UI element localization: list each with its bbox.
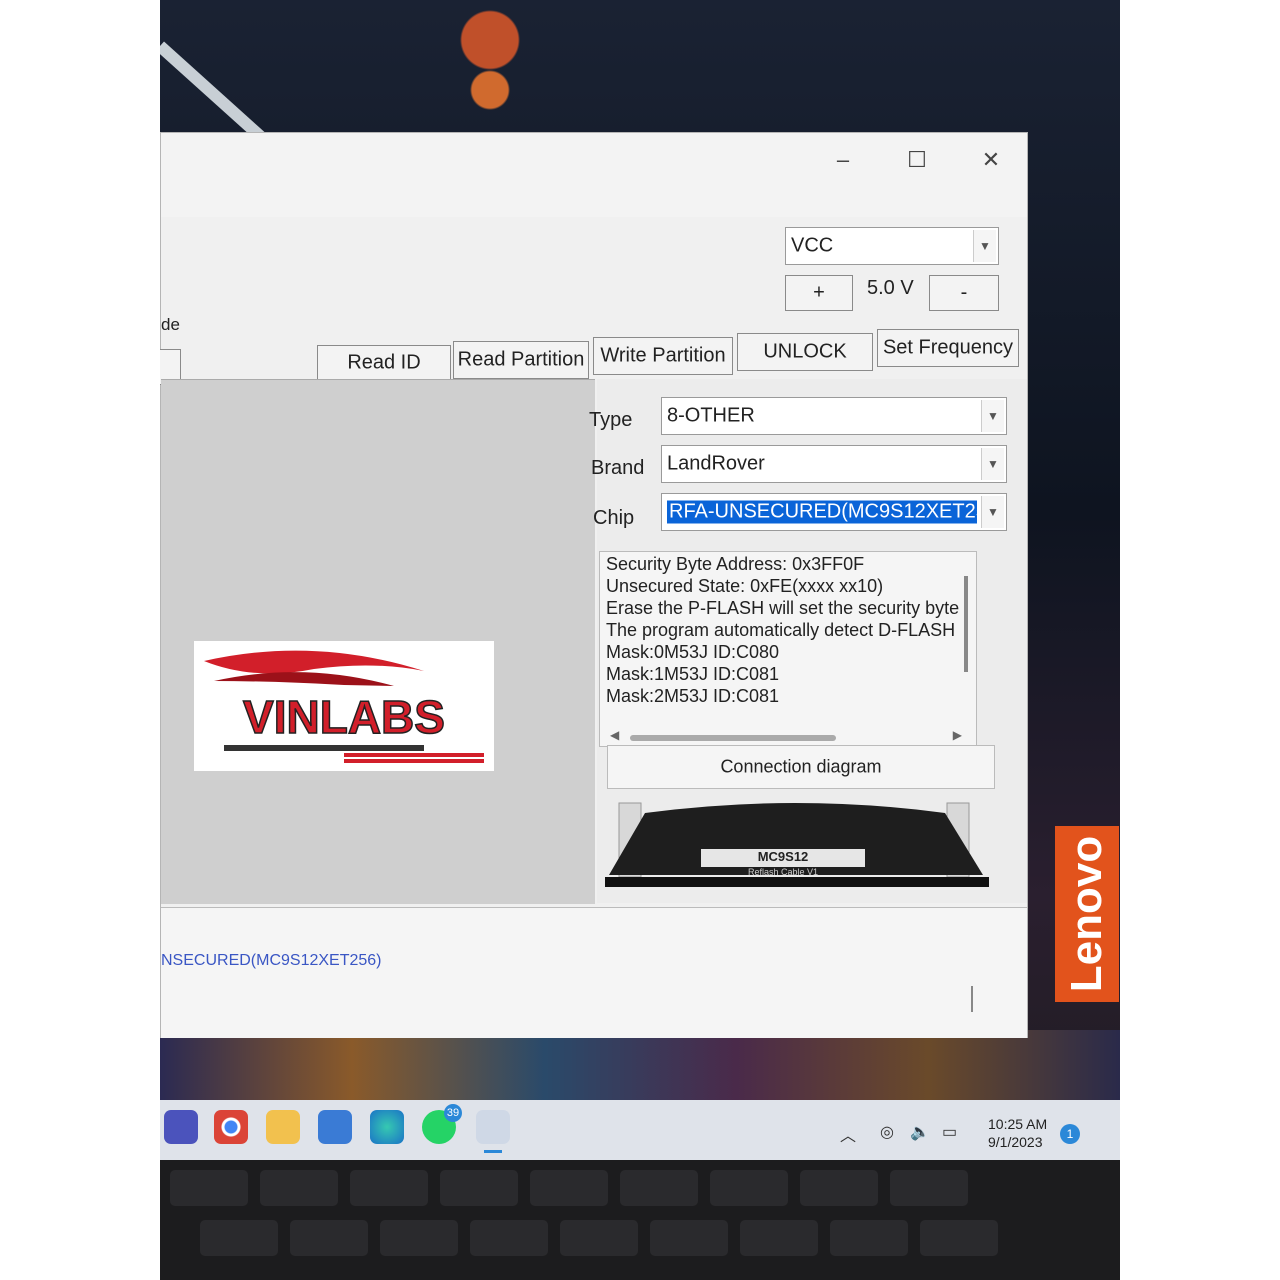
info-line: Mask:1M53J ID:C081 [606,664,780,684]
photo-background: – ☐ ✕ VCC ▼ + 5.0 V - de Read ID Read Pa… [160,0,1120,1280]
programmer-app-icon[interactable] [476,1110,510,1144]
network-icon[interactable]: ◎ [880,1122,894,1142]
status-log: NSECURED(MC9S12XET256) [161,907,1027,1038]
text-cursor [971,986,973,1012]
chevron-down-icon: ▼ [981,496,1004,528]
voltage-value: 5.0 V [867,277,914,299]
horizontal-scrollbar[interactable]: ◀ ▶ [610,728,962,744]
info-line: The program automatically detect D-FLASH [606,620,956,640]
chip-model-text: MC9S12 [758,849,809,864]
brand-select[interactable]: LandRover ▼ [661,445,1007,483]
battery-icon[interactable]: ▭ [942,1122,957,1142]
voltage-minus-button[interactable]: - [929,275,999,311]
chrome-icon[interactable] [214,1110,248,1144]
read-partition-button[interactable]: Read Partition [453,341,589,379]
type-label: Type [589,409,633,431]
notification-badge[interactable]: 1 [1060,1124,1080,1144]
chevron-up-icon[interactable]: ︿ [840,1122,856,1146]
key [260,1170,338,1206]
unlock-button[interactable]: UNLOCK [737,333,873,371]
logo-wordmark: VINLABS [243,691,445,743]
key [650,1220,728,1256]
key [830,1220,908,1256]
close-button[interactable]: ✕ [971,145,1011,175]
vcc-select[interactable]: VCC ▼ [785,227,999,265]
brand-label: Brand [591,457,645,479]
volume-icon[interactable]: 🔈 [910,1122,930,1142]
whatsapp-badge: 39 [444,1104,462,1122]
app-window: – ☐ ✕ VCC ▼ + 5.0 V - de Read ID Read Pa… [160,132,1028,1038]
minimize-button[interactable]: – [823,145,863,175]
key [890,1170,968,1206]
write-partition-button[interactable]: Write Partition [593,337,733,375]
active-app-indicator [484,1150,502,1153]
scrollbar-thumb[interactable] [630,735,836,741]
clock-date[interactable]: 9/1/2023 [988,1134,1043,1150]
chip-subtitle-text: Reflash Cable V1 [748,867,818,877]
voltage-plus-button[interactable]: + [785,275,853,311]
chip-connection-image: MC9S12 Reflash Cable V1 [605,797,989,893]
key [350,1170,428,1206]
scroll-right-icon[interactable]: ▶ [953,728,962,742]
chevron-down-icon: ▼ [981,400,1004,432]
file-explorer-icon[interactable] [266,1110,300,1144]
key [470,1220,548,1256]
clock-time[interactable]: 10:25 AM [988,1116,1047,1132]
chip-label: Chip [593,507,635,529]
info-line: Unsecured State: 0xFE(xxxx xx10) [606,576,884,596]
info-line: Mask:2M53J ID:C081 [606,686,780,706]
read-id-button[interactable]: Read ID [317,345,451,381]
info-line: Mask:0M53J ID:C080 [606,642,780,662]
chip-select[interactable]: RFA-UNSECURED(MC9S12XET256 ▼ [661,493,1007,531]
store-icon[interactable] [318,1110,352,1144]
lenovo-brand-tag: Lenovo [1055,826,1119,1002]
video-call-icon[interactable] [164,1110,198,1144]
key [620,1170,698,1206]
key [290,1220,368,1256]
chevron-down-icon: ▼ [973,230,996,262]
laptop-keyboard [160,1160,1120,1280]
key [440,1170,518,1206]
mode-label-partial: de [161,315,180,334]
key [200,1220,278,1256]
vertical-scrollbar[interactable] [964,576,968,672]
key [530,1170,608,1206]
chip-info-box[interactable]: Security Byte Address: 0x3FF0F Unsecured… [599,551,977,747]
info-line: Security Byte Address: 0x3FF0F [606,554,865,574]
key [170,1170,248,1206]
key [740,1220,818,1256]
connection-diagram-button[interactable]: Connection diagram [607,745,995,789]
vinlabs-logo: VINLABS [194,641,494,771]
key [800,1170,878,1206]
type-select[interactable]: 8-OTHER ▼ [661,397,1007,435]
edge-icon[interactable] [370,1110,404,1144]
maximize-button[interactable]: ☐ [897,145,937,175]
info-line: Erase the P-FLASH will set the security … [606,598,960,618]
scroll-left-icon[interactable]: ◀ [610,728,619,742]
set-frequency-button[interactable]: Set Frequency [877,329,1019,367]
taskbar: 39 ︿ ◎ 🔈 ▭ 10:25 AM 9/1/2023 1 [160,1100,1120,1160]
key [380,1220,458,1256]
chevron-down-icon: ▼ [981,448,1004,480]
title-bar: – ☐ ✕ [161,133,1027,217]
key [560,1220,638,1256]
key [920,1220,998,1256]
desktop-wallpaper [160,1030,1120,1100]
key [710,1170,788,1206]
status-text: NSECURED(MC9S12XET256) [161,952,382,969]
